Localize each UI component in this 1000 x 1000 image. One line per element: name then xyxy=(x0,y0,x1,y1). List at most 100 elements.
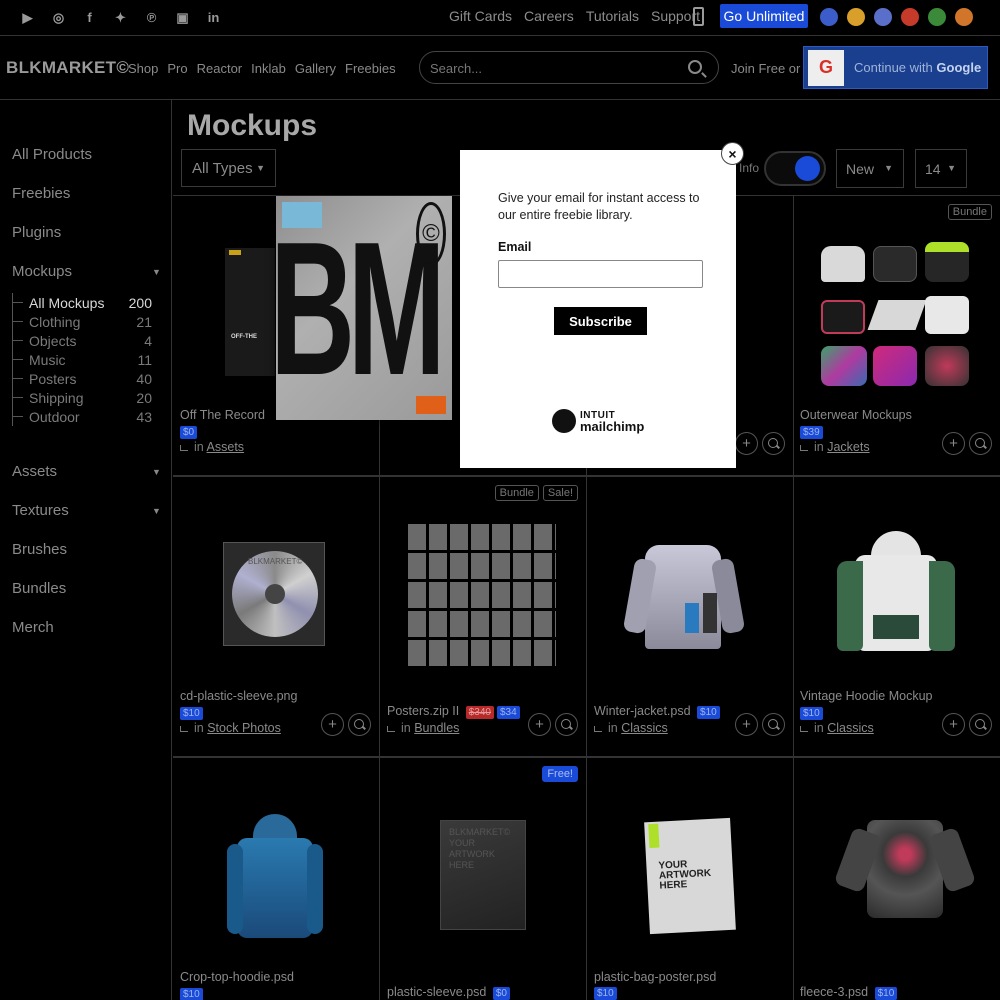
cd-text: BLKMARKET© xyxy=(248,557,303,566)
product-card[interactable]: fleece-3.psd $10 xyxy=(793,757,1000,1000)
site-logo[interactable]: BLKMARKET© xyxy=(6,58,129,78)
gift-cards-link[interactable]: Gift Cards xyxy=(449,8,512,24)
sleeve-text: BLKMARKET© YOUR ARTWORK HERE xyxy=(449,827,511,870)
add-icon[interactable]: + xyxy=(735,713,758,736)
category-link[interactable]: Bundles xyxy=(414,721,459,735)
category-link[interactable]: Jackets xyxy=(827,440,869,454)
sub-item-objects[interactable]: Objects 4 xyxy=(13,331,152,350)
sub-item-shipping[interactable]: Shipping 20 xyxy=(13,388,152,407)
assets-caret-icon[interactable]: ▼ xyxy=(152,467,161,477)
product-title[interactable]: Outerwear Mockups xyxy=(800,408,912,422)
add-icon[interactable]: + xyxy=(528,713,551,736)
sleeve-thumbnail: BLKMARKET© YOUR ARTWORK HERE xyxy=(440,820,526,930)
ru-flag-icon[interactable] xyxy=(874,8,892,26)
youtube-icon[interactable]: ▶ xyxy=(18,9,37,26)
sidebar-item-assets[interactable]: Assets xyxy=(12,463,57,480)
product-card[interactable]: Bundle Sale! Posters.zip II $340 $34 in B… xyxy=(380,476,587,757)
sidebar-item-brushes[interactable]: Brushes xyxy=(12,541,67,558)
cn-flag-icon[interactable] xyxy=(901,8,919,26)
zoom-icon[interactable] xyxy=(969,432,992,455)
sidebar-item-textures[interactable]: Textures xyxy=(12,502,69,519)
sidebar-item-bundles[interactable]: Bundles xyxy=(12,580,66,597)
de-flag-icon[interactable] xyxy=(955,8,973,26)
product-title[interactable]: Off The Record xyxy=(180,408,265,422)
nav-pro[interactable]: Pro xyxy=(167,61,187,76)
mockups-caret-icon[interactable]: ▼ xyxy=(152,267,161,277)
mailchimp-text: mailchimp xyxy=(580,419,645,434)
category-link[interactable]: Stock Photos xyxy=(207,721,281,735)
category-link[interactable]: Classics xyxy=(621,721,668,735)
es-flag-icon[interactable] xyxy=(847,8,865,26)
nav-gallery[interactable]: Gallery xyxy=(295,61,336,76)
product-title[interactable]: Posters.zip II $340 $34 xyxy=(387,704,520,719)
sidebar-item-all-products[interactable]: All Products xyxy=(12,146,92,163)
category-link[interactable]: Classics xyxy=(827,721,874,735)
product-title[interactable]: cd-plastic-sleeve.png xyxy=(180,689,297,703)
sort-select[interactable]: New ▼ xyxy=(836,149,904,188)
record-label-text: OFF-THE xyxy=(231,334,257,340)
product-title[interactable]: Crop-top-hoodie.psd xyxy=(180,970,294,984)
pinterest-icon[interactable]: ℗ xyxy=(142,9,161,26)
product-card[interactable]: Bundle Outerwear Mockups $39 in Jackets … xyxy=(793,195,1000,476)
product-title[interactable]: Vintage Hoodie Mockup xyxy=(800,689,933,703)
nav-reactor[interactable]: Reactor xyxy=(197,61,243,76)
product-card[interactable]: Vintage Hoodie Mockup $10 in Classics + xyxy=(793,476,1000,757)
per-page-value: 14 xyxy=(925,160,941,177)
zoom-icon[interactable] xyxy=(969,713,992,736)
product-title[interactable]: plastic-sleeve.psd $0 xyxy=(387,985,510,1000)
product-title[interactable]: fleece-3.psd $10 xyxy=(800,985,898,1000)
nav-shop[interactable]: Shop xyxy=(128,61,158,76)
go-unlimited-button[interactable]: Go Unlimited xyxy=(720,4,808,28)
card-badges: Bundle Sale! xyxy=(494,485,578,501)
product-title[interactable]: $10 xyxy=(594,985,617,1000)
zoom-icon[interactable] xyxy=(555,713,578,736)
subscribe-button[interactable]: Subscribe xyxy=(554,307,647,335)
search-icon[interactable] xyxy=(688,60,702,74)
product-title[interactable]: Winter-jacket.psd $10 xyxy=(594,704,720,719)
nav-freebies[interactable]: Freebies xyxy=(345,61,396,76)
product-card[interactable]: YOUR ARTWORK HERE $10 plastic-bag-poster… xyxy=(587,757,794,1000)
sub-item-music[interactable]: Music 11 xyxy=(13,350,152,369)
pt-flag-icon[interactable] xyxy=(928,8,946,26)
twitch-icon[interactable]: ▣ xyxy=(173,9,192,26)
product-title-text[interactable]: plastic-bag-poster.psd xyxy=(594,970,716,984)
type-filter-select[interactable]: All Types ▼ xyxy=(181,149,276,187)
sub-item-posters[interactable]: Posters 40 xyxy=(13,369,152,388)
us-flag-icon[interactable] xyxy=(820,8,838,26)
sub-item-outdoor[interactable]: Outdoor 43 xyxy=(13,407,152,426)
zoom-icon[interactable] xyxy=(348,713,371,736)
sub-item-clothing[interactable]: Clothing 21 xyxy=(13,312,152,331)
tutorials-link[interactable]: Tutorials xyxy=(586,8,639,24)
textures-caret-icon[interactable]: ▼ xyxy=(152,506,161,516)
nav-inklab[interactable]: Inklab xyxy=(251,61,286,76)
per-page-select[interactable]: 14 ▼ xyxy=(915,149,967,188)
sub-item-all-mockups[interactable]: All Mockups 200 xyxy=(13,293,152,312)
sidebar-item-plugins[interactable]: Plugins xyxy=(12,224,61,241)
careers-link[interactable]: Careers xyxy=(524,8,574,24)
product-card[interactable]: Winter-jacket.psd $10 in Classics + xyxy=(587,476,794,757)
product-card[interactable]: BLKMARKET© cd-plastic-sleeve.png $10 in … xyxy=(173,476,380,757)
twitter-icon[interactable]: ✦ xyxy=(111,9,130,26)
sidebar-item-merch[interactable]: Merch xyxy=(12,619,54,636)
sidebar-item-freebies[interactable]: Freebies xyxy=(12,185,70,202)
product-card[interactable]: Free! BLKMARKET© YOUR ARTWORK HERE plast… xyxy=(380,757,587,1000)
facebook-icon[interactable]: f xyxy=(80,9,99,26)
phone-icon[interactable] xyxy=(693,7,704,26)
zoom-icon[interactable] xyxy=(762,432,785,455)
add-icon[interactable]: + xyxy=(942,432,965,455)
category-link[interactable]: Assets xyxy=(207,440,245,454)
linkedin-icon[interactable]: in xyxy=(204,9,223,26)
close-icon[interactable]: × xyxy=(721,142,744,165)
join-free-link[interactable]: Join Free or xyxy=(731,61,800,76)
info-toggle[interactable] xyxy=(764,151,826,186)
email-field[interactable] xyxy=(498,260,703,288)
add-icon[interactable]: + xyxy=(321,713,344,736)
add-icon[interactable]: + xyxy=(735,432,758,455)
zoom-icon[interactable] xyxy=(762,713,785,736)
product-card[interactable]: Crop-top-hoodie.psd $10 xyxy=(173,757,380,1000)
sidebar-item-mockups[interactable]: Mockups xyxy=(12,263,72,280)
add-icon[interactable]: + xyxy=(942,713,965,736)
google-signin-button[interactable]: G Continue with Google xyxy=(803,46,988,89)
search-input[interactable] xyxy=(430,59,680,77)
instagram-icon[interactable]: ◎ xyxy=(49,9,68,26)
